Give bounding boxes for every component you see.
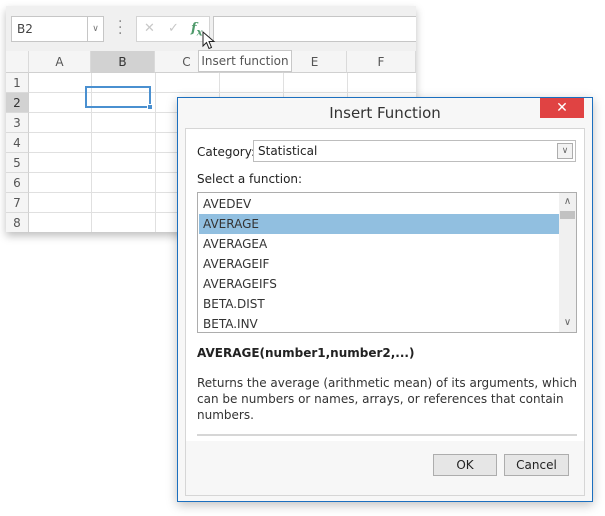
- formula-actions: ✕ ✓ fx: [136, 16, 210, 42]
- function-syntax: AVERAGE(number1,number2,...): [197, 346, 415, 360]
- function-item-beta-inv[interactable]: BETA.INV: [199, 314, 559, 332]
- category-select[interactable]: Statistical ∨: [253, 140, 576, 162]
- function-item-avedev[interactable]: AVEDEV: [199, 194, 559, 214]
- column-header-e[interactable]: E: [283, 51, 347, 73]
- function-description: Returns the average (arithmetic mean) of…: [197, 376, 578, 422]
- column-header-a[interactable]: A: [29, 51, 91, 73]
- select-all-corner[interactable]: [6, 51, 29, 73]
- close-icon: ✕: [556, 100, 568, 116]
- formula-input[interactable]: [213, 16, 416, 42]
- row-header-7[interactable]: 7: [6, 193, 29, 213]
- function-item-beta-dist[interactable]: BETA.DIST: [199, 294, 559, 314]
- mouse-cursor-icon: [202, 31, 216, 50]
- row-header-8[interactable]: 8: [6, 213, 29, 232]
- category-label: Category:: [197, 145, 255, 159]
- row-header-4[interactable]: 4: [6, 133, 29, 153]
- function-item-average[interactable]: AVERAGE: [199, 214, 559, 234]
- insert-function-dialog: Insert Function ✕ Category: Statistical …: [177, 97, 593, 502]
- enter-icon[interactable]: ✓: [168, 21, 179, 36]
- function-list[interactable]: AVEDEV AVERAGE AVERAGEA AVERAGEIF AVERAG…: [197, 192, 577, 333]
- function-list-scrollbar[interactable]: ∧ ∨: [559, 193, 576, 332]
- dialog-button-bar: OK Cancel: [186, 441, 584, 495]
- chevron-down-icon[interactable]: ∨: [87, 17, 103, 41]
- scroll-thumb[interactable]: [560, 211, 575, 219]
- row-header-5[interactable]: 5: [6, 153, 29, 173]
- row-header-2[interactable]: 2: [6, 93, 29, 113]
- row-header-1[interactable]: 1: [6, 73, 29, 93]
- name-box-value: B2: [17, 22, 33, 36]
- fill-handle[interactable]: [147, 104, 153, 110]
- dialog-body: Category: Statistical ∨ Select a functio…: [185, 128, 585, 496]
- function-item-averagea[interactable]: AVERAGEA: [199, 234, 559, 254]
- category-value: Statistical: [258, 144, 318, 158]
- insert-function-tooltip: Insert function: [198, 50, 292, 72]
- scroll-up-icon[interactable]: ∧: [559, 194, 576, 210]
- function-item-averageifs[interactable]: AVERAGEIFS: [199, 274, 559, 294]
- divider: [197, 434, 577, 436]
- cancel-icon[interactable]: ✕: [144, 21, 155, 36]
- active-cell-b2[interactable]: [85, 86, 151, 108]
- function-item-averageif[interactable]: AVERAGEIF: [199, 254, 559, 274]
- column-header-f[interactable]: F: [347, 51, 416, 73]
- chevron-down-icon[interactable]: ∨: [557, 143, 573, 159]
- ok-button[interactable]: OK: [433, 454, 497, 476]
- close-button[interactable]: ✕: [540, 98, 584, 118]
- insert-function-icon[interactable]: fx: [191, 21, 203, 39]
- row-header-3[interactable]: 3: [6, 113, 29, 133]
- dialog-title: Insert Function: [329, 104, 441, 122]
- more-options-icon[interactable]: · · ·: [118, 15, 122, 41]
- name-box[interactable]: B2 ∨: [11, 16, 104, 42]
- column-header-b[interactable]: B: [91, 51, 155, 73]
- scroll-down-icon[interactable]: ∨: [559, 315, 576, 331]
- cancel-button[interactable]: Cancel: [504, 454, 569, 476]
- select-function-label: Select a function:: [197, 172, 303, 186]
- row-header-6[interactable]: 6: [6, 173, 29, 193]
